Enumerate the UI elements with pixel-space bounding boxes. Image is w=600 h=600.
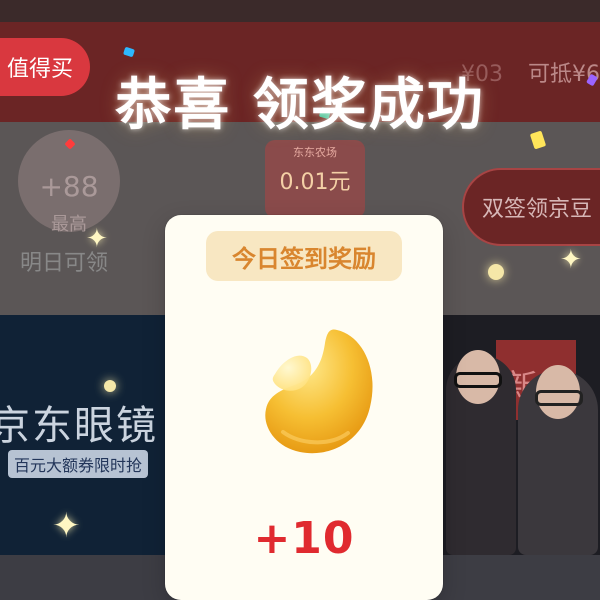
bean-svg — [265, 329, 373, 454]
farm-promo[interactable]: 东东农场 0.01元 — [265, 140, 365, 218]
fashion-ad[interactable]: 新 — [438, 315, 600, 555]
glasses-ad-subtitle: 百元大额券限时抢 — [8, 450, 149, 478]
glasses-icon — [535, 390, 583, 406]
sparkle-left: ✦ — [86, 224, 108, 254]
farm-promo-price: 0.01元 — [279, 170, 351, 195]
double-sign-pill[interactable]: 双签领京豆 — [462, 168, 600, 246]
daily-checkin-title: 今日签到奖励 — [206, 231, 402, 281]
reward-amount: +10 — [253, 513, 355, 564]
sunglasses-icon — [454, 372, 502, 388]
sparkle-right: ✦ — [560, 245, 582, 275]
double-sign-label: 双签领京豆 — [482, 197, 593, 222]
coin-value: +88 — [39, 170, 99, 203]
sparkle-lower-left: ✦ — [52, 506, 81, 546]
light-dot-right — [488, 264, 504, 280]
glasses-ad-title: 京东眼镜 — [0, 403, 158, 449]
reward-card: 今日签到奖励 +10 — [165, 215, 443, 600]
light-dot-left — [104, 380, 116, 392]
glasses-ad[interactable]: 京东眼镜 百元大额券限时抢 — [0, 315, 165, 555]
jingdou-bean-icon — [225, 312, 385, 462]
success-headline: 恭喜 领奖成功 — [115, 73, 485, 138]
farm-promo-title: 东东农场 — [293, 146, 337, 159]
top-strip — [0, 0, 600, 22]
